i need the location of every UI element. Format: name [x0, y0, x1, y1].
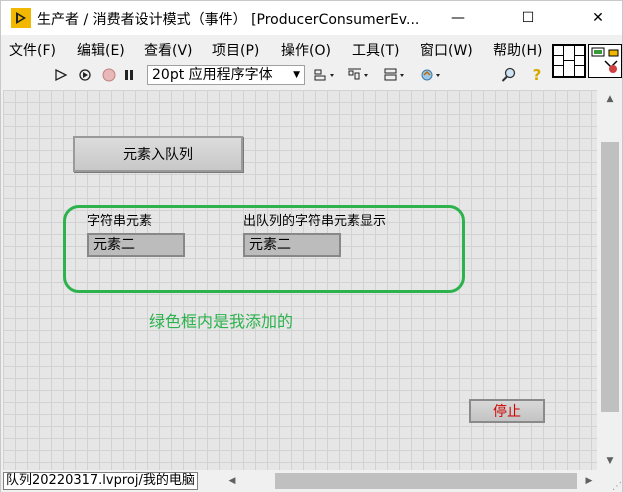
connector-pane-icon[interactable] [552, 44, 586, 78]
run-continuous-icon[interactable] [77, 67, 93, 83]
menu-edit[interactable]: 编辑(E) [77, 40, 125, 60]
font-select-value: 20pt 应用程序字体 [152, 67, 273, 83]
status-bar: 队列20220317.lvproj/我的电脑 ◀ ▶ ⋰ [1, 470, 622, 492]
resize-icon[interactable] [383, 67, 409, 83]
window-title: 生产者 / 消费者设计模式（事件） [ProducerConsumerEv... [37, 12, 420, 28]
labview-app-icon [11, 8, 31, 28]
distribute-icon[interactable] [347, 67, 373, 83]
menu-tools[interactable]: 工具(T) [352, 40, 399, 60]
scroll-down-icon[interactable]: ▼ [598, 452, 622, 470]
menu-file[interactable]: 文件(F) [9, 40, 56, 60]
font-select[interactable]: 20pt 应用程序字体 ▼ [147, 65, 305, 85]
maximize-button[interactable]: ☐ [505, 1, 551, 35]
scroll-left-icon[interactable]: ◀ [223, 470, 241, 492]
enqueue-element-button[interactable]: 元素入队列 [73, 136, 243, 172]
help-icon[interactable]: ? [529, 66, 545, 84]
menu-view[interactable]: 查看(V) [144, 40, 193, 60]
horizontal-scroll-thumb[interactable] [275, 473, 577, 489]
vertical-scrollbar[interactable]: ▲ ▼ [598, 90, 622, 470]
menu-operate[interactable]: 操作(O) [281, 40, 331, 60]
vertical-scroll-thumb[interactable] [601, 142, 619, 412]
resize-grip-icon[interactable]: ⋰ [601, 470, 622, 492]
align-icon[interactable] [313, 67, 339, 83]
dequeued-string-label: 出队列的字符串元素显示 [243, 214, 387, 229]
annotation-note: 绿色框内是我添加的 [149, 312, 294, 331]
horizontal-scrollbar[interactable]: ◀ ▶ [223, 470, 598, 492]
menu-help[interactable]: 帮助(H) [493, 40, 542, 60]
chevron-down-icon: ▼ [293, 70, 300, 80]
menu-project[interactable]: 项目(P) [212, 40, 259, 60]
project-path: 队列20220317.lvproj/我的电脑 [3, 472, 198, 490]
reorder-icon[interactable] [419, 67, 445, 83]
scroll-right-icon[interactable]: ▶ [580, 470, 598, 492]
dequeued-string-indicator: 元素二 [243, 233, 341, 257]
search-icon[interactable] [501, 67, 517, 83]
pause-icon[interactable] [121, 67, 137, 83]
stop-button[interactable]: 停止 [469, 399, 545, 423]
abort-icon[interactable] [101, 67, 117, 83]
string-element-control[interactable]: 元素二 [87, 233, 185, 257]
close-button[interactable]: ✕ [575, 1, 621, 35]
string-element-label: 字符串元素 [87, 214, 153, 229]
minimize-button[interactable]: — [435, 1, 481, 35]
labview-front-panel-window: 生产者 / 消费者设计模式（事件） [ProducerConsumerEv...… [0, 0, 623, 492]
menu-window[interactable]: 窗口(W) [420, 40, 473, 60]
front-panel-canvas: 元素入队列 字符串元素 元素二 出队列的字符串元素显示 元素二 绿色框内是我添加… [3, 90, 597, 470]
run-arrow-icon[interactable] [53, 67, 69, 83]
scroll-up-icon[interactable]: ▲ [598, 90, 622, 108]
menu-bar: 文件(F) 编辑(E) 查看(V) 项目(P) 操作(O) 工具(T) 窗口(W… [1, 36, 549, 60]
toolbar: 20pt 应用程序字体 ▼ ? [1, 61, 549, 89]
vi-icon[interactable] [588, 44, 622, 78]
title-bar: 生产者 / 消费者设计模式（事件） [ProducerConsumerEv...… [1, 1, 622, 35]
